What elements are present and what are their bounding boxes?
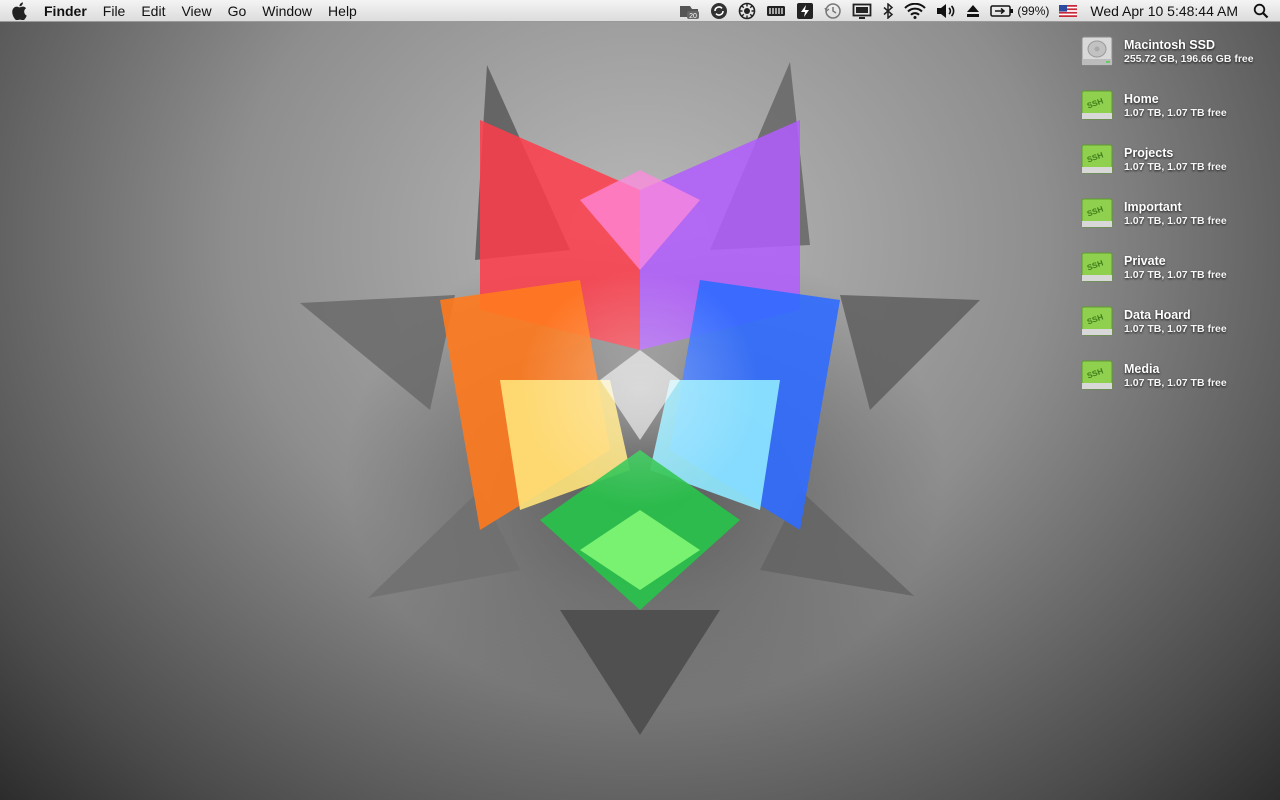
internal-drive-icon [1081, 36, 1113, 66]
battery-icon[interactable]: (99%) [985, 0, 1054, 22]
volume-icon[interactable] [931, 0, 961, 22]
volume-private[interactable]: SSH Private 1.07 TB, 1.07 TB free [1080, 250, 1276, 304]
menu-view[interactable]: View [173, 0, 219, 22]
volume-info: 1.07 TB, 1.07 TB free [1124, 377, 1227, 389]
volume-info: 1.07 TB, 1.07 TB free [1124, 269, 1227, 281]
volume-name: Data Hoard [1124, 308, 1191, 322]
menu-bar-status-area: 20 (99%) Wed Apr 10 5:48:44 AM [673, 0, 1280, 22]
display-icon[interactable] [847, 0, 877, 22]
menu-finder[interactable]: Finder [38, 0, 95, 22]
ssh-drive-icon: SSH [1081, 252, 1113, 282]
volume-home[interactable]: SSH Home 1.07 TB, 1.07 TB free [1080, 88, 1276, 142]
bluetooth-icon[interactable] [877, 0, 899, 22]
time-machine-icon[interactable] [819, 0, 847, 22]
menu-window[interactable]: Window [254, 0, 320, 22]
volume-important[interactable]: SSH Important 1.07 TB, 1.07 TB free [1080, 196, 1276, 250]
gear-monitor-icon[interactable] [733, 0, 761, 22]
volume-name: Projects [1124, 146, 1174, 160]
volume-info: 1.07 TB, 1.07 TB free [1124, 161, 1227, 173]
volume-media[interactable]: SSH Media 1.07 TB, 1.07 TB free [1080, 358, 1276, 412]
volume-info: 255.72 GB, 196.66 GB free [1124, 53, 1254, 65]
menu-edit[interactable]: Edit [133, 0, 173, 22]
volume-info: 1.07 TB, 1.07 TB free [1124, 215, 1227, 227]
ssh-drive-icon: SSH [1081, 198, 1113, 228]
menu-go[interactable]: Go [220, 0, 255, 22]
volume-name: Important [1124, 200, 1182, 214]
dropzone-icon[interactable]: 20 [673, 0, 705, 22]
volume-name: Media [1124, 362, 1160, 376]
ssh-drive-icon: SSH [1081, 306, 1113, 336]
wifi-icon[interactable] [899, 0, 931, 22]
spotlight-icon[interactable] [1248, 0, 1274, 22]
ssh-drive-icon: SSH [1081, 360, 1113, 390]
menu-file[interactable]: File [95, 0, 134, 22]
apple-menu-icon[interactable] [0, 0, 38, 22]
volume-name: Macintosh SSD [1124, 38, 1215, 52]
menu-bar-left: Finder File Edit View Go Window Help [0, 0, 365, 22]
volume-info: 1.07 TB, 1.07 TB free [1124, 323, 1227, 335]
memory-icon[interactable] [761, 0, 791, 22]
volume-macintosh-ssd[interactable]: Macintosh SSD 255.72 GB, 196.66 GB free [1080, 34, 1276, 88]
menu-help[interactable]: Help [320, 0, 365, 22]
volume-name: Home [1124, 92, 1159, 106]
ssh-drive-icon: SSH [1081, 144, 1113, 174]
menu-bar: Finder File Edit View Go Window Help 20 [0, 0, 1280, 22]
battery-percent: (99%) [1017, 3, 1050, 18]
eject-icon[interactable] [961, 0, 985, 22]
ssh-drive-icon: SSH [1081, 90, 1113, 120]
volume-info: 1.07 TB, 1.07 TB free [1124, 107, 1227, 119]
notification-badge: 20 [689, 13, 697, 20]
flux-icon[interactable] [791, 0, 819, 22]
wallpaper-crystal-star [300, 62, 980, 735]
us-flag-icon[interactable] [1054, 0, 1082, 22]
sync-icon[interactable] [705, 0, 733, 22]
volume-name: Private [1124, 254, 1166, 268]
desktop-volume-list: Macintosh SSD 255.72 GB, 196.66 GB free … [1080, 34, 1276, 412]
volume-projects[interactable]: SSH Projects 1.07 TB, 1.07 TB free [1080, 142, 1276, 196]
menu-bar-clock[interactable]: Wed Apr 10 5:48:44 AM [1082, 0, 1248, 22]
volume-data-hoard[interactable]: SSH Data Hoard 1.07 TB, 1.07 TB free [1080, 304, 1276, 358]
